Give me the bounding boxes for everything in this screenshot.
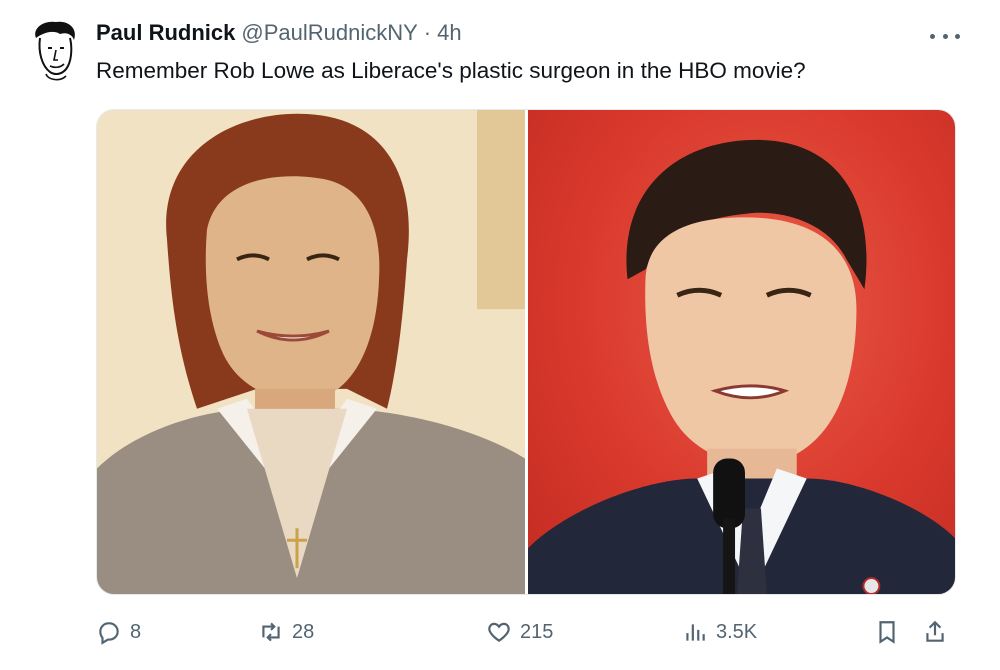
bookmark-button[interactable] <box>874 615 900 649</box>
view-count: 3.5K <box>716 620 758 643</box>
reply-count: 8 <box>130 620 142 643</box>
tweet[interactable]: Paul Rudnick @PaulRudnickNY · 4h Remembe… <box>0 0 1000 670</box>
bookmark-icon <box>879 621 895 644</box>
more-options-icon[interactable] <box>930 26 960 46</box>
views-button[interactable]: 3.5K <box>682 615 757 649</box>
like-button[interactable]: 215 <box>486 615 553 649</box>
bar-chart-icon <box>686 624 705 641</box>
tweet-timestamp[interactable]: 4h <box>437 20 461 46</box>
avatar[interactable] <box>26 18 82 86</box>
media-image-right[interactable] <box>528 110 955 594</box>
retweet-count: 28 <box>292 620 315 643</box>
tweet-media[interactable] <box>96 109 956 595</box>
author-handle[interactable]: @PaulRudnickNY <box>241 20 417 46</box>
retweet-icon <box>262 622 280 642</box>
retweet-button[interactable]: 28 <box>258 615 314 649</box>
media-image-left[interactable] <box>97 110 525 594</box>
share-icon <box>926 620 944 642</box>
reply-icon <box>99 622 119 645</box>
reply-button[interactable]: 8 <box>96 615 141 649</box>
separator-dot: · <box>423 20 432 45</box>
tweet-text: Remember Rob Lowe as Liberace's plastic … <box>96 58 806 83</box>
like-count: 215 <box>520 620 554 643</box>
tweet-actions-bar: 8 28 215 3.5K <box>96 615 960 649</box>
author-display-name[interactable]: Paul Rudnick <box>96 20 235 46</box>
tweet-header: Paul Rudnick @PaulRudnickNY · 4h <box>96 20 462 50</box>
heart-icon <box>488 622 510 642</box>
share-button[interactable] <box>922 615 948 649</box>
